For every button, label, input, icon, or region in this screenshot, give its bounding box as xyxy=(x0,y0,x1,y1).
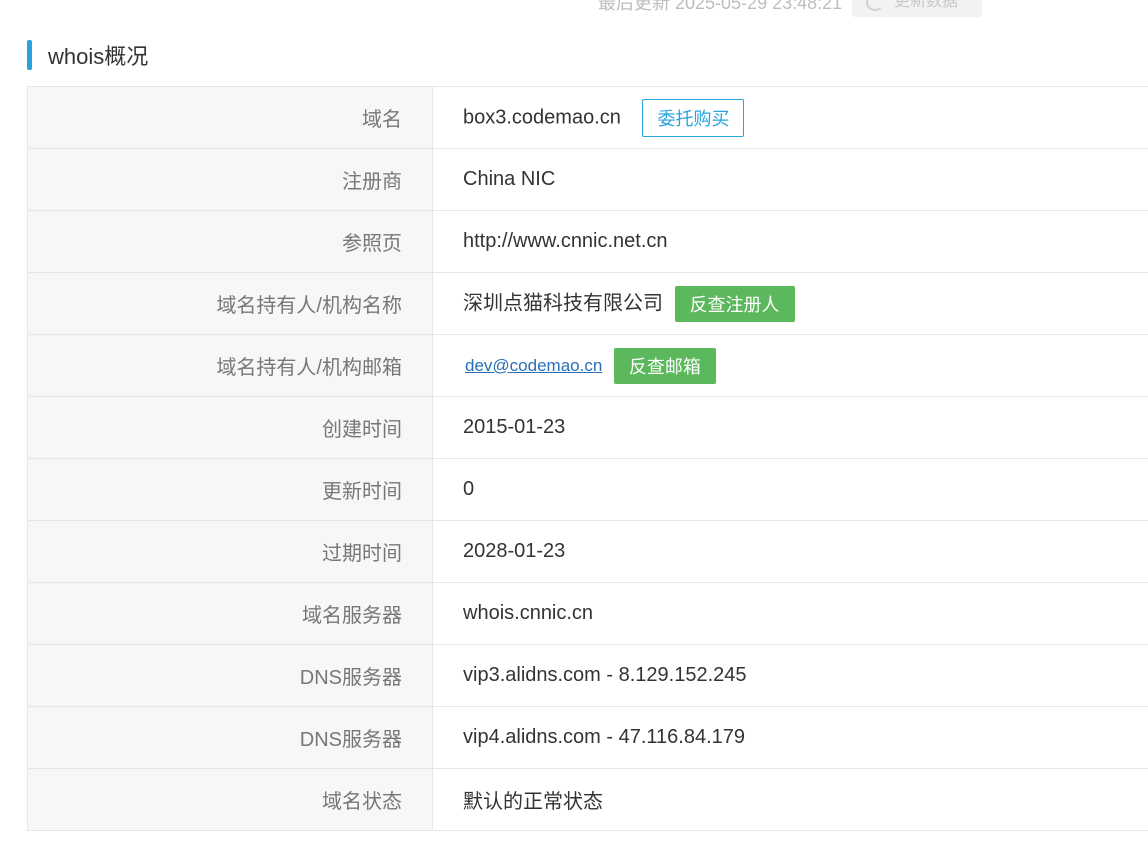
row-label: 更新时间 xyxy=(27,458,433,521)
table-row: 参照页 http://www.cnnic.net.cn xyxy=(27,210,1148,273)
refresh-icon xyxy=(866,0,885,11)
dns-server-value: vip3.alidns.com - 8.129.152.245 xyxy=(432,644,1148,707)
refresh-data-button[interactable]: 更新数据 xyxy=(852,0,983,17)
row-label: 过期时间 xyxy=(27,520,433,583)
row-label: DNS服务器 xyxy=(27,644,433,707)
registrar-value: China NIC xyxy=(432,148,1148,211)
row-label: DNS服务器 xyxy=(27,706,433,769)
table-row: 更新时间 0 xyxy=(27,458,1148,521)
domain-value: box3.codemao.cn xyxy=(463,105,621,128)
table-row: 域名状态 默认的正常状态 xyxy=(27,768,1148,831)
row-label: 域名持有人/机构邮箱 xyxy=(27,334,433,397)
registrant-email-link[interactable]: dev@codemao.cn xyxy=(465,356,602,375)
row-value: 深圳点猫科技有限公司 反查注册人 xyxy=(432,272,1148,335)
section-accent-bar xyxy=(27,40,32,70)
table-row: DNS服务器 vip4.alidns.com - 47.116.84.179 xyxy=(27,706,1148,769)
reverse-registrant-button[interactable]: 反查注册人 xyxy=(674,285,795,322)
dns-server-value: vip4.alidns.com - 47.116.84.179 xyxy=(432,706,1148,769)
section-header: whois概况 xyxy=(27,38,148,72)
table-row: DNS服务器 vip3.alidns.com - 8.129.152.245 xyxy=(27,644,1148,707)
table-row: 域名持有人/机构邮箱 dev@codemao.cn 反查邮箱 xyxy=(27,334,1148,397)
row-label: 域名状态 xyxy=(27,768,433,831)
row-label: 域名 xyxy=(27,86,433,149)
row-label: 参照页 xyxy=(27,210,433,273)
last-updated-text: 最后更新 2025-05-29 23:48:21 xyxy=(598,0,843,13)
created-date-value: 2015-01-23 xyxy=(432,396,1148,459)
top-status-bar: 最后更新 2025-05-29 23:48:21 更新数据 xyxy=(598,0,983,17)
row-value: dev@codemao.cn 反查邮箱 xyxy=(432,334,1148,397)
section-title: whois概况 xyxy=(48,44,149,69)
row-label: 域名持有人/机构名称 xyxy=(27,272,433,335)
row-label: 创建时间 xyxy=(27,396,433,459)
whois-table: 域名 box3.codemao.cn 委托购买 注册商 China NIC 参照… xyxy=(27,86,1148,831)
table-row: 过期时间 2028-01-23 xyxy=(27,520,1148,583)
table-row: 域名 box3.codemao.cn 委托购买 xyxy=(27,86,1148,149)
table-row: 注册商 China NIC xyxy=(27,148,1148,211)
refresh-label: 更新数据 xyxy=(894,0,959,10)
table-row: 域名持有人/机构名称 深圳点猫科技有限公司 反查注册人 xyxy=(27,272,1148,335)
table-row: 域名服务器 whois.cnnic.cn xyxy=(27,582,1148,645)
row-value: box3.codemao.cn 委托购买 xyxy=(432,86,1148,149)
updated-date-value: 0 xyxy=(432,458,1148,521)
whois-server-value: whois.cnnic.cn xyxy=(432,582,1148,645)
row-label: 域名服务器 xyxy=(27,582,433,645)
reference-url-value: http://www.cnnic.net.cn xyxy=(432,210,1148,273)
registrant-name-value: 深圳点猫科技有限公司 xyxy=(463,291,663,314)
row-label: 注册商 xyxy=(27,148,433,211)
entrust-buy-button[interactable]: 委托购买 xyxy=(642,98,745,137)
reverse-email-button[interactable]: 反查邮箱 xyxy=(613,347,716,384)
domain-status-value: 默认的正常状态 xyxy=(432,768,1148,831)
expiry-date-value: 2028-01-23 xyxy=(432,520,1148,583)
table-row: 创建时间 2015-01-23 xyxy=(27,396,1148,459)
